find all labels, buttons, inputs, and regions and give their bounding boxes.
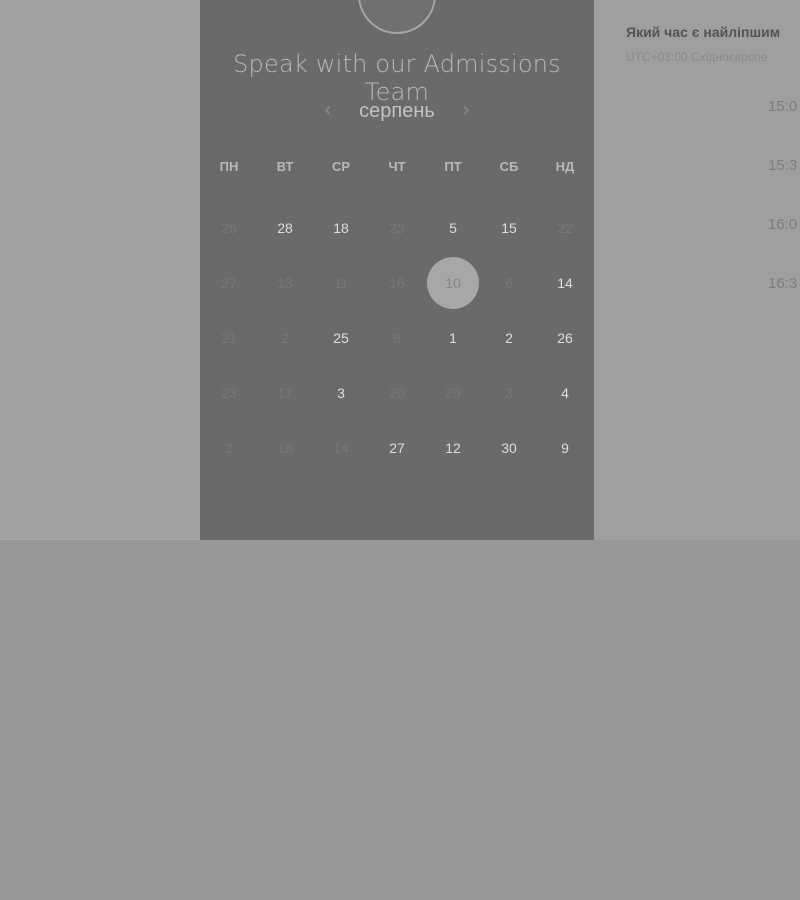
calendar-day[interactable]: 27 [371,422,423,474]
calendar-day[interactable]: 4 [539,367,591,419]
calendar-day[interactable]: 5 [427,202,479,254]
time-slot[interactable]: 15:3 [768,157,797,174]
month-navigation: ‹ серпень › [200,96,594,126]
calendar-day: 2 [281,330,289,346]
calendar-day: 23 [221,385,237,401]
calendar-day: 6 [505,275,513,291]
weekday-label: ПТ [444,159,462,174]
calendar-day: 27 [221,275,237,291]
weekday-label: СР [331,159,351,174]
calendar-day[interactable]: 30 [483,422,535,474]
calendar-day[interactable]: 25 [315,312,367,364]
weekday-label: ЧТ [388,159,406,174]
calendar-day: 26 [221,220,237,236]
weekday-label: ПН [219,159,239,174]
calendar-day[interactable]: 15 [483,202,535,254]
time-slot[interactable]: 15:0 [768,98,797,115]
calendar-day: 3 [505,385,513,401]
chevron-right-icon[interactable]: › [454,99,478,123]
calendar-day[interactable]: 2 [483,312,535,364]
time-slots-pane: Який час є найліпшим UTC+03:00 Східноєвр… [594,0,800,540]
avatar [358,0,436,34]
calendar-day[interactable]: 12 [427,422,479,474]
time-slot[interactable]: 16:0 [768,216,797,233]
calendar-day[interactable]: 28 [259,202,311,254]
calendar-day: 18 [277,440,293,456]
weekday-label: СБ [499,159,519,174]
calendar-day[interactable]: 1 [427,312,479,364]
calendar-day: 8 [393,330,401,346]
calendar-day[interactable]: 9 [539,422,591,474]
calendar-day-selected[interactable]: 10 [427,257,479,309]
calendar-day[interactable]: 14 [539,257,591,309]
weekday-label: НД [555,159,575,174]
time-question: Який час є найліпшим [626,24,781,40]
weekday-label: ВТ [276,159,294,174]
calendar-day: 29 [445,385,461,401]
calendar-day[interactable]: 18 [315,202,367,254]
calendar-day: 20 [389,385,405,401]
weekday-header: ПН ВТ СР ЧТ ПТ СБ НД [200,159,594,177]
calendar-day[interactable]: 26 [539,312,591,364]
calendar-day: 23 [389,220,405,236]
calendar-grid: 26 28 18 23 5 15 22 27 13 11 16 10 6 14 21 2 25 8 1 2 26 23 17… [200,202,594,478]
calendar-day: 14 [333,440,349,456]
chevron-left-icon[interactable]: ‹ [316,99,340,123]
calendar-day: 16 [389,275,405,291]
calendar-day: 22 [557,220,573,236]
timezone-label: UTC+03:00 Східноєвропе [626,50,768,64]
calendar-day[interactable]: 3 [315,367,367,419]
calendar-day: 17 [277,385,293,401]
left-pane [0,0,200,540]
calendar-day: 13 [277,275,293,291]
calendar-day: 11 [333,275,349,291]
calendar-day: 2 [225,440,233,456]
calendar-day: 21 [221,330,237,346]
scheduler-panel: Speak with our Admissions Team ‹ серпень… [200,0,594,540]
time-slot[interactable]: 16:3 [768,275,797,292]
month-label: серпень [359,99,435,122]
